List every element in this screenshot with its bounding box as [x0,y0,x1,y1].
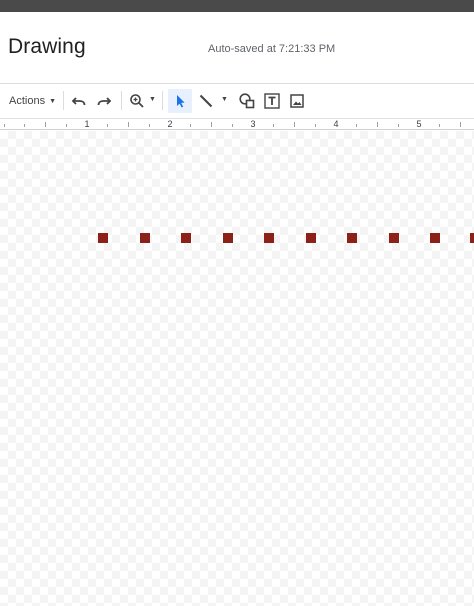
ruler-tick [149,124,150,127]
line-tool-button[interactable] [194,89,218,113]
square-shape[interactable] [389,233,399,243]
ruler-tick [4,124,5,127]
ruler-tick [24,124,25,127]
ruler-label: 5 [416,119,422,129]
ruler-tick [211,122,212,127]
square-shape[interactable] [347,233,357,243]
square-shape[interactable] [223,233,233,243]
zoom-chevron-down-icon[interactable]: ▼ [149,96,156,103]
actions-menu-button[interactable]: Actions ▼ [6,89,59,113]
browser-top-bar [0,0,474,12]
toolbar-divider [63,91,64,110]
actions-label: Actions [9,95,46,107]
drawing-canvas[interactable] [0,131,474,606]
square-shape[interactable] [140,233,150,243]
image-tool-button[interactable] [285,89,309,113]
ruler-tick [128,122,129,127]
zoom-icon [129,93,145,109]
ruler-tick [273,124,274,127]
shape-tool-button[interactable] [235,89,259,113]
ruler-label: 4 [333,119,339,129]
select-icon [172,93,188,109]
redo-button[interactable] [92,89,116,113]
redo-icon [96,93,112,109]
shape-icon [238,92,256,110]
app-header: Drawing Auto-saved at 7:21:33 PM [0,12,474,84]
text-box-icon [263,92,281,110]
ruler-label: 3 [250,119,256,129]
square-shape[interactable] [264,233,274,243]
ruler-tick [398,124,399,127]
undo-button[interactable] [67,89,91,113]
image-icon [289,93,305,109]
select-tool-button[interactable] [168,89,192,113]
text-box-tool-button[interactable] [260,89,284,113]
ruler-tick [377,122,378,127]
ruler-tick [460,122,461,127]
ruler-tick [315,124,316,127]
ruler-tick [107,124,108,127]
ruler-tick [356,124,357,127]
autosave-status: Auto-saved at 7:21:33 PM [208,43,336,55]
undo-icon [71,93,87,109]
ruler-tick [439,124,440,127]
ruler-tick [66,124,67,127]
square-shape[interactable] [430,233,440,243]
ruler-tick [294,122,295,127]
toolbar-divider [162,91,163,110]
square-shape[interactable] [306,233,316,243]
toolbar-divider [121,91,122,110]
document-title[interactable]: Drawing [8,35,86,59]
line-icon [198,93,214,109]
square-shape[interactable] [181,233,191,243]
horizontal-ruler: 1 2 3 4 5 [0,118,474,130]
ruler-tick [45,122,46,127]
zoom-button[interactable] [125,89,149,113]
square-shape[interactable] [98,233,108,243]
chevron-down-icon: ▼ [49,97,57,105]
ruler-label: 2 [167,119,173,129]
ruler-tick [232,124,233,127]
square-shape[interactable] [470,233,474,243]
ruler-label: 1 [84,119,90,129]
line-chevron-down-icon[interactable]: ▼ [221,96,228,103]
ruler-tick [190,124,191,127]
